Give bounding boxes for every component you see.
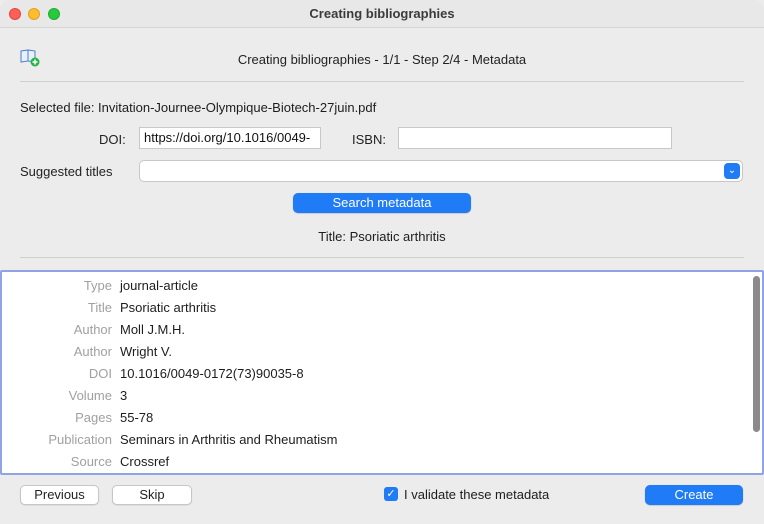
metadata-key: Volume (68, 388, 112, 403)
metadata-row: Volume 3 (2, 384, 742, 406)
create-button[interactable]: Create (645, 485, 743, 505)
metadata-row: Title Psoriatic arthritis (2, 296, 742, 318)
window-title: Creating bibliographies (309, 6, 455, 21)
metadata-key: Source (70, 454, 112, 469)
metadata-row: Author Wright V. (2, 340, 742, 362)
dialog-window: Creating bibliographies Creating bibliog… (0, 0, 764, 524)
metadata-row: Publication Seminars in Arthritis and Rh… (2, 428, 742, 450)
metadata-row: Source Crossref (2, 450, 742, 472)
scrollbar-thumb[interactable] (753, 276, 760, 432)
metadata-table[interactable]: Type journal-article Title Psoriatic art… (0, 270, 764, 475)
suggested-titles-label: Suggested titles (20, 164, 113, 179)
metadata-row: Author Moll J.M.H. (2, 318, 742, 340)
chevron-down-icon[interactable]: ⌄ (724, 163, 740, 179)
metadata-value: 55-78 (120, 410, 154, 425)
validate-label: I validate these metadata (404, 487, 550, 502)
metadata-key: Pages (75, 410, 112, 425)
suggested-titles-select[interactable]: ⌄ (139, 160, 743, 182)
doi-input[interactable]: https://doi.org/10.1016/0049- (139, 127, 321, 149)
metadata-key: Title (87, 300, 112, 315)
divider (20, 257, 744, 258)
previous-button[interactable]: Previous (20, 485, 99, 505)
metadata-value: Psoriatic arthritis (120, 300, 217, 315)
isbn-input[interactable] (398, 127, 672, 149)
metadata-value: 10.1016/0049-0172(73)90035-8 (120, 366, 304, 381)
search-metadata-button[interactable]: Search metadata (293, 193, 471, 213)
step-title: Creating bibliographies - 1/1 - Step 2/4… (237, 52, 527, 67)
metadata-row: Type journal-article (2, 274, 742, 296)
validate-checkbox[interactable]: ✓ (384, 487, 398, 501)
metadata-key: Type (83, 278, 112, 293)
metadata-key: Author (73, 322, 112, 337)
divider (20, 81, 744, 82)
metadata-key: Author (73, 344, 112, 359)
skip-button[interactable]: Skip (112, 485, 192, 505)
isbn-label: ISBN: (352, 132, 386, 147)
metadata-key: Publication (48, 432, 112, 447)
metadata-value: Moll J.M.H. (120, 322, 185, 337)
metadata-value: Seminars in Arthritis and Rheumatism (120, 432, 338, 447)
metadata-row: DOI 10.1016/0049-0172(73)90035-8 (2, 362, 742, 384)
found-title-label: Title: Psoriatic arthritis (318, 229, 446, 244)
title-bar: Creating bibliographies (0, 0, 764, 28)
metadata-value: 3 (120, 388, 128, 403)
metadata-value: Crossref (120, 454, 170, 469)
selected-file-label: Selected file: Invitation-Journee-Olympi… (20, 100, 377, 115)
doi-label: DOI: (99, 132, 126, 147)
metadata-key: DOI (88, 366, 112, 381)
metadata-value: journal-article (120, 278, 199, 293)
metadata-value: Wright V. (120, 344, 173, 359)
metadata-row: Pages 55-78 (2, 406, 742, 428)
